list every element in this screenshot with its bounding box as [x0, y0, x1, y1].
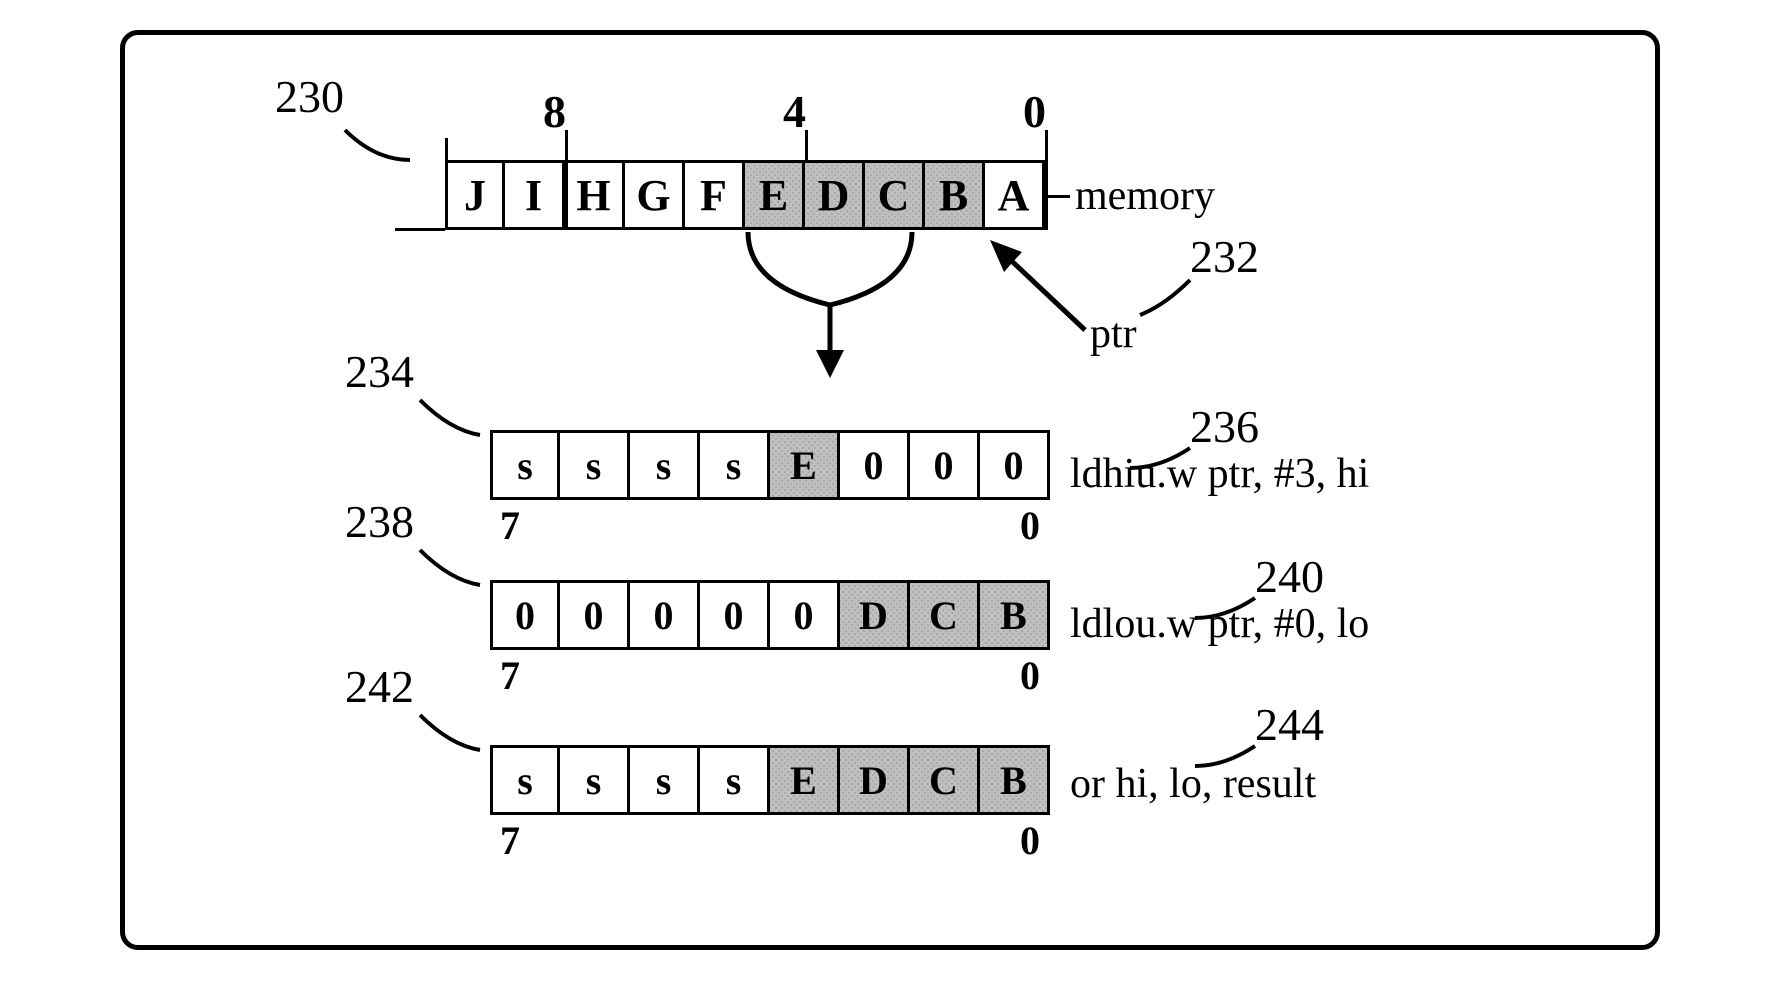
mem-cell-1: B [925, 160, 985, 230]
lo-idx-right: 0 [1020, 652, 1040, 699]
memory-row: J I H G F E D C B A [445, 160, 1045, 230]
label-ptr: ptr [1090, 310, 1137, 358]
instr-res: or hi, lo, result [1070, 760, 1316, 808]
mem-cell-8: I [505, 160, 565, 230]
mem-left-ext [395, 228, 445, 231]
hi-idx-right: 0 [1020, 502, 1040, 549]
mem-cell-6: G [625, 160, 685, 230]
res-cell-0: B [980, 745, 1050, 815]
ref-242: 242 [345, 660, 414, 713]
mem-tick-0 [1045, 130, 1048, 230]
ref-230: 230 [275, 70, 344, 123]
mem-cell-3: D [805, 160, 865, 230]
res-cell-4: s [700, 745, 770, 815]
res-cell-1: C [910, 745, 980, 815]
mem-cell-9: J [445, 160, 505, 230]
res-idx-left: 7 [500, 817, 520, 864]
instr-lo: ldlou.w ptr, #0, lo [1070, 600, 1369, 648]
mem-cell-2: C [865, 160, 925, 230]
mem-tick-left [445, 138, 448, 160]
hi-cell-7: s [490, 430, 560, 500]
lo-cell-4: 0 [700, 580, 770, 650]
res-cell-6: s [560, 745, 630, 815]
mem-cell-0: A [985, 160, 1045, 230]
mem-index-4: 4 [783, 85, 806, 138]
mem-index-0: 0 [1023, 85, 1046, 138]
hi-cell-4: s [700, 430, 770, 500]
lo-cell-0: B [980, 580, 1050, 650]
mem-right-ext [1045, 195, 1070, 198]
hi-cell-2: 0 [840, 430, 910, 500]
ref-238: 238 [345, 495, 414, 548]
ref-240: 240 [1255, 550, 1324, 603]
lo-cell-1: C [910, 580, 980, 650]
ref-244: 244 [1255, 698, 1324, 751]
mem-cell-7: H [565, 160, 625, 230]
lo-cell-7: 0 [490, 580, 560, 650]
instr-hi: ldhiu.w ptr, #3, hi [1070, 450, 1369, 498]
res-cell-7: s [490, 745, 560, 815]
mem-cell-5: F [685, 160, 745, 230]
lo-idx-left: 7 [500, 652, 520, 699]
hi-cell-1: 0 [910, 430, 980, 500]
reg-hi-row: s s s s E 0 0 0 [490, 430, 1050, 500]
ref-234: 234 [345, 345, 414, 398]
lo-cell-3: 0 [770, 580, 840, 650]
res-cell-5: s [630, 745, 700, 815]
lo-cell-5: 0 [630, 580, 700, 650]
hi-idx-left: 7 [500, 502, 520, 549]
reg-res-row: s s s s E D C B [490, 745, 1050, 815]
res-idx-right: 0 [1020, 817, 1040, 864]
lo-cell-6: 0 [560, 580, 630, 650]
mem-cell-4: E [745, 160, 805, 230]
reg-lo-row: 0 0 0 0 0 D C B [490, 580, 1050, 650]
lo-cell-2: D [840, 580, 910, 650]
ref-236: 236 [1190, 400, 1259, 453]
hi-cell-3: E [770, 430, 840, 500]
hi-cell-5: s [630, 430, 700, 500]
hi-cell-0: 0 [980, 430, 1050, 500]
hi-cell-6: s [560, 430, 630, 500]
mem-index-8: 8 [543, 85, 566, 138]
label-memory: memory [1075, 172, 1215, 220]
res-cell-3: E [770, 745, 840, 815]
res-cell-2: D [840, 745, 910, 815]
ref-232: 232 [1190, 230, 1259, 283]
diagram-canvas: 230 8 4 0 J I H G F E D C B A memory ptr [0, 0, 1790, 981]
